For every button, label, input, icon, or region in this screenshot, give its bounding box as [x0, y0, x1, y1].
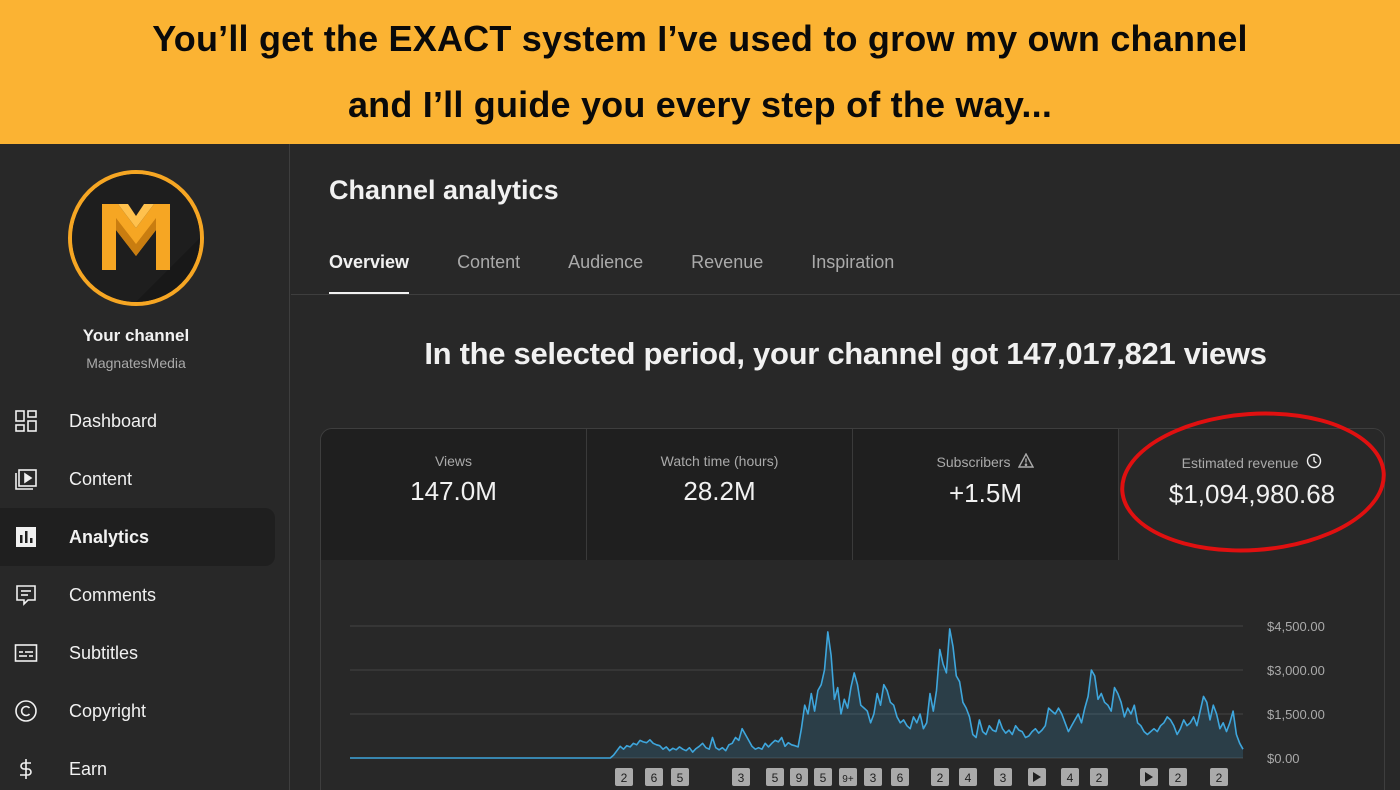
- tabs-divider: [291, 294, 1400, 295]
- comments-icon: [13, 582, 39, 608]
- svg-text:3: 3: [738, 771, 745, 785]
- magnates-logo-icon: [72, 174, 200, 302]
- sidebar-item-label: Earn: [69, 758, 108, 779]
- svg-text:2: 2: [1175, 771, 1182, 785]
- video-marker[interactable]: 2: [1210, 768, 1228, 786]
- views-headline: In the selected period, your channel got…: [424, 336, 1267, 371]
- video-marker[interactable]: 4: [1061, 768, 1079, 786]
- sidebar-item-label: Dashboard: [69, 410, 158, 431]
- svg-text:5: 5: [820, 771, 827, 785]
- svg-text:6: 6: [897, 771, 904, 785]
- video-marker[interactable]: 3: [994, 768, 1012, 786]
- video-marker[interactable]: 5: [766, 768, 784, 786]
- analytics-tabs: Overview Content Audience Revenue Inspir…: [329, 252, 942, 295]
- tab-inspiration[interactable]: Inspiration: [811, 252, 894, 294]
- copyright-icon: [13, 698, 39, 724]
- video-marker[interactable]: 6: [645, 768, 663, 786]
- svg-text:2: 2: [1096, 771, 1103, 785]
- svg-text:2: 2: [937, 771, 944, 785]
- y-tick-label: $1,500.00: [1267, 707, 1325, 722]
- sidebar-item-label: Copyright: [69, 700, 147, 721]
- content-icon: [13, 466, 39, 492]
- tab-audience[interactable]: Audience: [568, 252, 643, 294]
- banner-line-2: and I’ll guide you every step of the way…: [347, 84, 1053, 125]
- sidebar-item-content[interactable]: Content: [0, 450, 290, 508]
- y-tick-label: $4,500.00: [1267, 619, 1325, 634]
- video-marker[interactable]: 4: [959, 768, 977, 786]
- page-title: Channel analytics: [329, 175, 559, 205]
- video-marker[interactable]: 9: [790, 768, 808, 786]
- subtitles-icon: [13, 640, 39, 666]
- sidebar-item-label: Content: [69, 468, 133, 489]
- channel-avatar[interactable]: [68, 170, 204, 306]
- svg-text:6: 6: [651, 771, 658, 785]
- svg-text:9: 9: [796, 771, 803, 785]
- video-marker[interactable]: 5: [814, 768, 832, 786]
- sidebar-item-label: Subtitles: [69, 642, 139, 663]
- y-tick-label: $0.00: [1267, 751, 1300, 766]
- svg-text:5: 5: [772, 771, 779, 785]
- sidebar-item-analytics[interactable]: Analytics: [0, 508, 275, 566]
- tab-content[interactable]: Content: [457, 252, 520, 294]
- y-tick-label: $3,000.00: [1267, 663, 1325, 678]
- video-marker[interactable]: 9+: [839, 768, 857, 786]
- video-marker-play[interactable]: [1140, 768, 1158, 786]
- promo-banner: You’ll get the EXACT system I’ve used to…: [0, 0, 1400, 144]
- analytics-icon: [13, 524, 39, 550]
- sidebar-item-label: Comments: [69, 584, 157, 605]
- channel-label: Your channel: [82, 326, 190, 345]
- video-marker[interactable]: 2: [931, 768, 949, 786]
- sidebar-item-label: Analytics: [69, 526, 150, 547]
- series-area: [350, 628, 1243, 758]
- sidebar-nav: Dashboard Content Analytics Comments Sub…: [0, 392, 290, 790]
- tab-revenue[interactable]: Revenue: [691, 252, 763, 294]
- sidebar-item-subtitles[interactable]: Subtitles: [0, 624, 290, 682]
- svg-text:4: 4: [1067, 771, 1074, 785]
- sidebar: Your channel MagnatesMedia Dashboard Con…: [0, 144, 290, 790]
- video-marker[interactable]: 3: [732, 768, 750, 786]
- svg-text:4: 4: [965, 771, 972, 785]
- svg-text:3: 3: [1000, 771, 1007, 785]
- sidebar-item-earn[interactable]: Earn: [0, 740, 290, 790]
- sidebar-item-comments[interactable]: Comments: [0, 566, 290, 624]
- svg-text:3: 3: [870, 771, 877, 785]
- video-marker[interactable]: 2: [615, 768, 633, 786]
- video-marker[interactable]: 6: [891, 768, 909, 786]
- svg-text:9+: 9+: [842, 774, 854, 785]
- video-marker[interactable]: 3: [864, 768, 882, 786]
- video-marker[interactable]: 5: [671, 768, 689, 786]
- svg-text:5: 5: [677, 771, 684, 785]
- svg-text:2: 2: [621, 771, 628, 785]
- banner-line-1: You’ll get the EXACT system I’ve used to…: [152, 18, 1248, 59]
- earn-icon: [13, 756, 39, 782]
- video-marker[interactable]: 2: [1169, 768, 1187, 786]
- tab-overview[interactable]: Overview: [329, 252, 410, 295]
- sidebar-item-dashboard[interactable]: Dashboard: [0, 392, 290, 450]
- channel-handle: MagnatesMedia: [86, 355, 186, 371]
- svg-text:2: 2: [1216, 771, 1223, 785]
- video-marker-play[interactable]: [1028, 768, 1046, 786]
- dashboard-icon: [13, 408, 39, 434]
- sidebar-item-copyright[interactable]: Copyright: [0, 682, 290, 740]
- video-marker[interactable]: 2: [1090, 768, 1108, 786]
